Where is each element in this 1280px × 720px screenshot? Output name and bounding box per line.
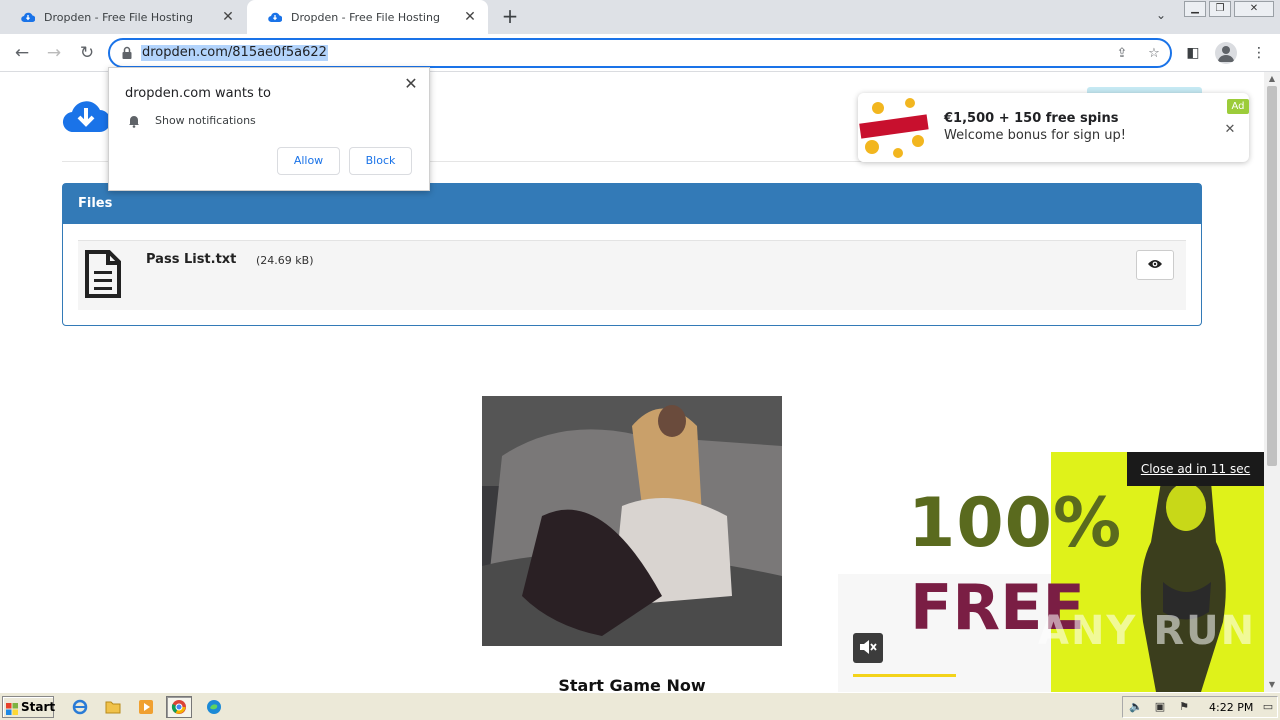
side-panel-icon[interactable]: ◧: [1183, 43, 1203, 63]
page-scrollbar[interactable]: ▲ ▼: [1264, 72, 1280, 692]
permission-text: Show notifications: [155, 114, 256, 127]
tab-active[interactable]: Dropden - Free File Hosting ✕: [247, 0, 488, 34]
ad-subtext: Welcome bonus for sign up!: [944, 128, 1126, 143]
tab-title: Dropden - Free File Hosting: [44, 10, 193, 24]
ad-progress-bar: [853, 674, 956, 677]
minimize-button[interactable]: ▁: [1184, 1, 1206, 17]
allow-button[interactable]: Allow: [277, 147, 340, 175]
preview-button[interactable]: [1136, 250, 1174, 280]
bell-icon: [127, 114, 141, 128]
scroll-up-arrow-icon[interactable]: ▲: [1264, 72, 1280, 86]
volume-icon[interactable]: 🔈: [1129, 700, 1143, 714]
file-text-icon: [84, 249, 122, 299]
casino-logo: [858, 93, 930, 162]
windows-flag-icon: [6, 701, 18, 715]
ad-badge: Ad: [1227, 99, 1249, 114]
close-tab-icon[interactable]: ✕: [462, 9, 478, 25]
files-panel: Files Pass List.txt (24.69 kB): [62, 183, 1202, 326]
block-button[interactable]: Block: [349, 147, 412, 175]
anyrun-watermark: ANY RUN: [1038, 608, 1257, 654]
start-game-cta[interactable]: Start Game Now: [482, 676, 782, 692]
file-name[interactable]: Pass List.txt: [146, 252, 236, 267]
show-desktop-icon[interactable]: ▭: [1261, 700, 1275, 714]
cloud-favicon-icon: [267, 9, 283, 25]
edge-icon[interactable]: [201, 696, 227, 718]
share-icon[interactable]: ⇪: [1113, 45, 1131, 63]
folder-icon[interactable]: [100, 696, 126, 718]
close-icon[interactable]: ✕: [1223, 123, 1237, 137]
video-ad[interactable]: 100% FREE Close ad in 11 sec ANY RUN: [838, 452, 1264, 692]
file-size: (24.69 kB): [256, 254, 314, 267]
profile-avatar[interactable]: [1215, 42, 1237, 64]
muted-speaker-icon: [858, 638, 878, 659]
tab-strip: Dropden - Free File Hosting ✕ Dropden - …: [0, 0, 1280, 34]
tab-title: Dropden - Free File Hosting: [291, 10, 440, 24]
start-label: Start: [21, 700, 56, 714]
url-text[interactable]: dropden.com/815ae0f5a622: [141, 45, 328, 61]
close-tab-icon[interactable]: ✕: [220, 9, 236, 25]
cloud-favicon-icon: [20, 9, 36, 25]
scrollbar-thumb[interactable]: [1267, 86, 1277, 466]
action-center-flag-icon[interactable]: ⚑: [1177, 700, 1191, 714]
start-button[interactable]: Start: [2, 696, 56, 718]
restore-button[interactable]: ❐: [1209, 1, 1231, 17]
lock-icon[interactable]: [121, 46, 135, 60]
casino-ad-banner[interactable]: €1,500 + 150 free spins Welcome bonus fo…: [858, 93, 1249, 162]
clock[interactable]: 4:22 PM: [1209, 701, 1253, 714]
new-tab-button[interactable]: +: [498, 5, 522, 29]
windows-taskbar: Start 🔈 ▣ ⚑ 4:22 PM ▭: [0, 692, 1280, 720]
back-arrow-icon[interactable]: ←: [10, 41, 34, 65]
ad-headline: €1,500 + 150 free spins: [944, 111, 1119, 126]
mute-button[interactable]: [853, 633, 883, 663]
close-window-button[interactable]: ✕: [1234, 1, 1274, 17]
close-icon[interactable]: ✕: [403, 76, 419, 92]
reload-icon[interactable]: ↻: [75, 41, 99, 65]
popup-title: dropden.com wants to: [125, 86, 271, 101]
chrome-taskbar-icon[interactable]: [166, 696, 192, 718]
eye-icon: [1147, 258, 1163, 272]
file-row[interactable]: Pass List.txt (24.69 kB): [78, 240, 1186, 310]
tab-inactive[interactable]: Dropden - Free File Hosting ✕: [0, 0, 246, 34]
dropden-logo[interactable]: [62, 96, 111, 136]
chevron-down-icon[interactable]: ⌄: [1151, 8, 1171, 26]
system-tray: 🔈 ▣ ⚑ 4:22 PM ▭: [1122, 696, 1278, 718]
media-player-icon[interactable]: [133, 696, 159, 718]
notification-permission-popup: dropden.com wants to ✕ Show notification…: [108, 67, 430, 191]
scroll-down-arrow-icon[interactable]: ▼: [1264, 678, 1280, 692]
game-ad-image[interactable]: [482, 396, 782, 646]
more-menu-icon[interactable]: ⋮: [1249, 43, 1269, 63]
forward-arrow-icon[interactable]: →: [42, 41, 66, 65]
address-bar[interactable]: dropden.com/815ae0f5a622 ⇪ ☆: [108, 38, 1172, 68]
ad-headline-percent: 100%: [908, 484, 1123, 563]
internet-explorer-icon[interactable]: [67, 696, 93, 718]
bookmark-star-icon[interactable]: ☆: [1145, 45, 1163, 63]
network-icon[interactable]: ▣: [1153, 700, 1167, 714]
close-ad-countdown[interactable]: Close ad in 11 sec: [1127, 452, 1264, 486]
